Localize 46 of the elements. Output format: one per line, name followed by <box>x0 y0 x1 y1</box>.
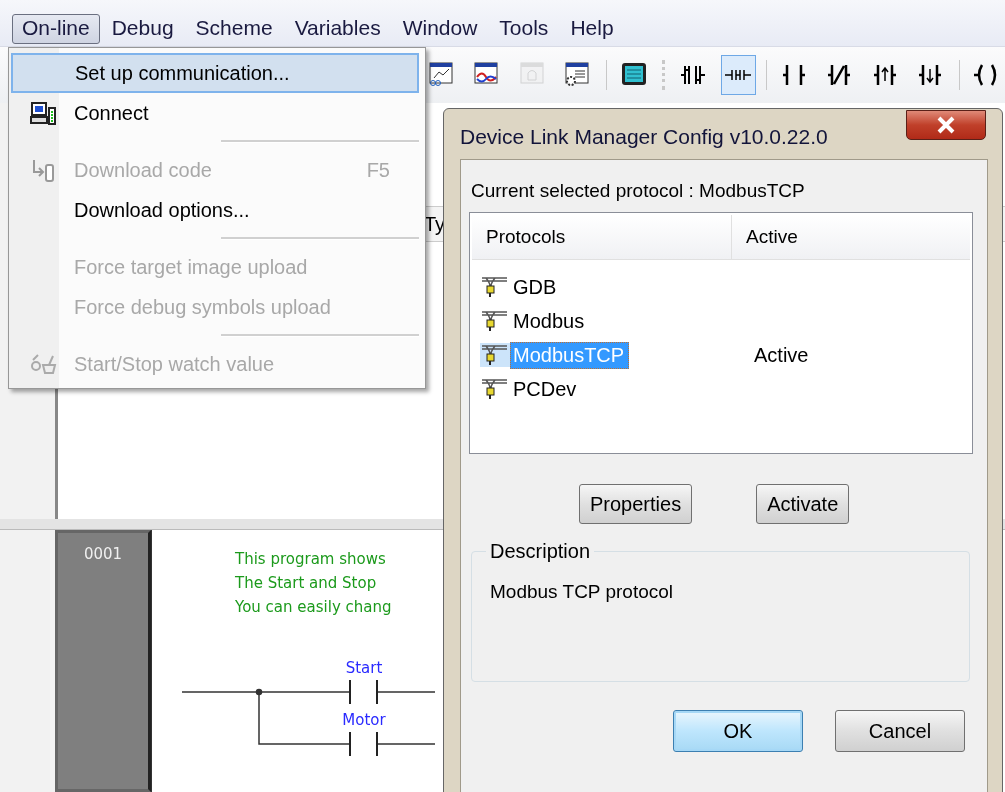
menu-item[interactable]: Connect <box>11 93 419 133</box>
contact-label: Start <box>345 659 383 677</box>
connector-icon <box>480 377 510 401</box>
group-label: Description <box>489 540 592 563</box>
status-text: Active <box>754 343 809 366</box>
current-protocol-label: Current selected protocol : ModbusTCP <box>471 180 806 202</box>
dialog-button[interactable]: Cancel <box>835 710 965 752</box>
protocol-name[interactable]: GDB <box>510 273 562 301</box>
comment-line: You can easily chang <box>235 598 392 616</box>
action-button[interactable]: Activate <box>756 484 850 524</box>
menu-bar-item[interactable]: Help <box>560 14 624 44</box>
close-icon <box>935 116 957 134</box>
column-header[interactable]: Active <box>732 215 970 259</box>
menu-bar-item[interactable]: Window <box>392 14 488 44</box>
menu-item[interactable]: Download options... <box>11 190 419 230</box>
menu-item-label: Set up communication... <box>75 61 291 85</box>
dialog-button[interactable]: OK <box>673 710 803 752</box>
connector-icon <box>480 309 510 333</box>
menu-bar-item[interactable]: Tools <box>489 14 559 44</box>
menu-bar-item[interactable]: Variables <box>284 14 391 44</box>
description-text: Modbus TCP protocol <box>490 581 675 603</box>
shortcut-label: F5 <box>366 158 390 182</box>
menu-item-label: Download code <box>74 158 213 182</box>
connector-icon <box>480 275 510 299</box>
menu-bar-item[interactable]: On-line <box>12 14 100 44</box>
contact-label: Motor <box>342 711 386 729</box>
menu-item-label: Start/Stop watch value <box>74 352 276 376</box>
menu-item[interactable]: Set up communication... <box>11 53 419 93</box>
parallel-contact-icon[interactable] <box>720 55 757 95</box>
close-button[interactable] <box>906 110 986 140</box>
protocol-name[interactable]: Modbus <box>510 307 590 335</box>
connector-icon <box>480 343 510 367</box>
menu-bar-item[interactable]: Scheme <box>185 14 283 44</box>
comment-line: This program shows <box>235 550 386 568</box>
window-title: Device Link Manager Config v10.0.22.0 <box>460 125 828 149</box>
protocol-name[interactable]: PCDev <box>510 375 582 403</box>
menu-bar-item[interactable]: Debug <box>101 14 184 44</box>
menu-item-label: Force target image upload <box>74 255 309 279</box>
column-header[interactable]: Protocols <box>472 215 732 259</box>
comment-line: The Start and Stop <box>235 574 377 592</box>
menu-item-label: Force debug symbols upload <box>74 295 332 319</box>
computer-icon <box>29 100 57 126</box>
rung-number: 0001 <box>83 545 123 563</box>
menu-item-label: Connect <box>74 101 150 125</box>
action-button[interactable]: Properties <box>579 484 693 524</box>
menu-item-label: Download options... <box>74 198 251 222</box>
